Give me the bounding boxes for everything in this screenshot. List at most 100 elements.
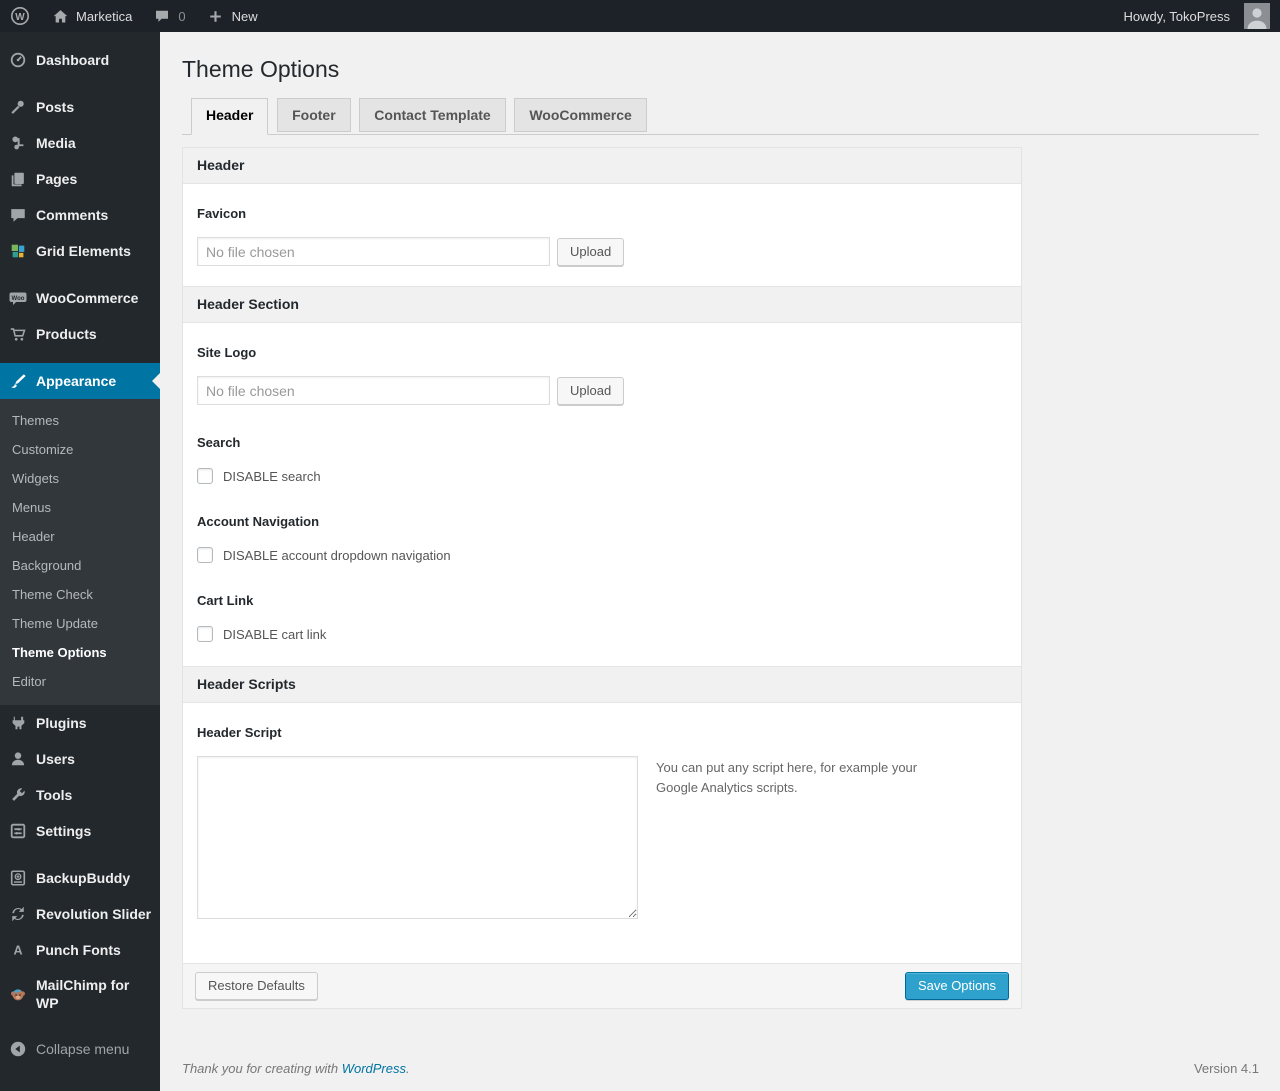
sidebar-item-backupbuddy[interactable]: BackupBuddy (0, 860, 160, 896)
wordpress-logo-icon: W (10, 6, 30, 26)
submenu-item-widgets[interactable]: Widgets (0, 464, 160, 493)
sidebar-item-dashboard[interactable]: Dashboard (0, 42, 160, 78)
svg-text:Woo: Woo (12, 296, 25, 302)
wordpress-link[interactable]: WordPress (342, 1061, 406, 1076)
submenu-item-background[interactable]: Background (0, 551, 160, 580)
sidebar-item-revolution-slider[interactable]: Revolution Slider (0, 896, 160, 932)
punch-fonts-icon: A (8, 940, 28, 960)
howdy-text: Howdy, TokoPress (1123, 8, 1230, 24)
panel-footer: Restore Defaults Save Options (183, 963, 1021, 1008)
sidebar-item-label: Punch Fonts (36, 942, 121, 958)
page-footer: Thank you for creating with WordPress. V… (182, 1061, 1259, 1076)
account-navigation-field: Account Navigation DISABLE account dropd… (183, 502, 1021, 581)
favicon-label: Favicon (197, 206, 247, 221)
sidebar-item-posts[interactable]: Posts (0, 89, 160, 125)
sidebar-item-mailchimp[interactable]: MailChimp for WP (0, 968, 160, 1020)
sidebar-item-woocommerce[interactable]: Woo WooCommerce (0, 280, 160, 316)
search-field: Search DISABLE search (183, 425, 1021, 502)
submenu-item-menus[interactable]: Menus (0, 493, 160, 522)
svg-text:W: W (15, 12, 25, 23)
admin-sidebar: Dashboard Posts Media Pages Comments Gri… (0, 32, 160, 1091)
pages-icon (8, 169, 28, 189)
collapse-icon (8, 1039, 28, 1059)
page-title: Theme Options (182, 56, 340, 82)
sidebar-item-label: MailChimp for WP (36, 977, 130, 1011)
sidebar-item-label: Products (36, 326, 97, 342)
sidebar-item-pages[interactable]: Pages (0, 161, 160, 197)
sidebar-item-label: Revolution Slider (36, 906, 152, 922)
account-menu[interactable]: Howdy, TokoPress (1114, 0, 1280, 32)
header-script-label: Header Script (197, 725, 282, 740)
search-label: Search (197, 435, 241, 450)
svg-text:A: A (13, 944, 22, 958)
disable-search-checkbox[interactable] (197, 468, 213, 484)
sidebar-item-label: Tools (36, 787, 73, 803)
account-navigation-label: Account Navigation (197, 514, 320, 529)
comments-menu[interactable]: 0 (142, 0, 195, 32)
site-name: Marketica (76, 8, 133, 24)
site-logo-file-input[interactable] (197, 376, 550, 405)
users-icon (8, 749, 28, 769)
sidebar-item-grid-elements[interactable]: Grid Elements (0, 233, 160, 269)
sidebar-item-label: Plugins (36, 715, 87, 731)
site-logo-upload-button[interactable]: Upload (557, 376, 625, 405)
sidebar-item-label: Collapse menu (36, 1041, 130, 1057)
header-script-field: Header Script (183, 703, 1021, 740)
pin-icon (8, 97, 28, 117)
submenu-item-themes[interactable]: Themes (0, 406, 160, 435)
section-header-section: Header Section (183, 286, 1021, 323)
submenu-item-theme-check[interactable]: Theme Check (0, 580, 160, 609)
admin-bar: W Marketica 0 New Howdy, TokoPress (0, 0, 1280, 32)
footer-version: Version 4.1 (1193, 1061, 1259, 1076)
sidebar-item-collapse-menu[interactable]: Collapse menu (0, 1031, 160, 1067)
wordpress-logo-menu[interactable]: W (0, 0, 40, 32)
new-menu[interactable]: New (196, 0, 268, 32)
sidebar-item-plugins[interactable]: Plugins (0, 705, 160, 741)
tab-woocommerce[interactable]: WooCommerce (514, 98, 647, 132)
favicon-file-input[interactable] (197, 237, 550, 266)
tab-contact-template[interactable]: Contact Template (359, 98, 506, 132)
dashboard-icon (8, 50, 28, 70)
sidebar-item-label: Appearance (36, 373, 117, 389)
header-script-textarea[interactable] (197, 756, 638, 919)
disable-cart-link-label: DISABLE cart link (223, 626, 327, 642)
save-options-button[interactable]: Save Options (904, 972, 1009, 1000)
sidebar-item-punch-fonts[interactable]: A Punch Fonts (0, 932, 160, 968)
thanks-suffix: . (406, 1061, 410, 1076)
tab-footer[interactable]: Footer (277, 98, 351, 132)
disable-cart-link-checkbox[interactable] (197, 626, 213, 642)
tab-header[interactable]: Header (191, 98, 269, 135)
submenu-item-editor[interactable]: Editor (0, 667, 160, 696)
sidebar-item-media[interactable]: Media (0, 125, 160, 161)
revolution-icon (8, 904, 28, 924)
sidebar-item-settings[interactable]: Settings (0, 813, 160, 849)
wrench-icon (8, 785, 28, 805)
sidebar-item-tools[interactable]: Tools (0, 777, 160, 813)
new-label: New (231, 8, 258, 24)
sidebar-item-label: Dashboard (36, 52, 110, 68)
cart-link-field: Cart Link DISABLE cart link (183, 581, 1021, 666)
footer-thanks: Thank you for creating with WordPress. (182, 1061, 410, 1076)
header-script-hint: You can put any script here, for example… (656, 760, 918, 796)
favicon-upload-button[interactable]: Upload (557, 237, 625, 266)
disable-account-nav-checkbox[interactable] (197, 547, 213, 563)
tab-bar: Header Footer Contact Template WooCommer… (182, 98, 1259, 135)
submenu-item-header[interactable]: Header (0, 522, 160, 551)
sidebar-item-label: WooCommerce (36, 290, 139, 306)
restore-defaults-button[interactable]: Restore Defaults (195, 972, 318, 1000)
avatar (1244, 3, 1270, 29)
section-header-scripts: Header Scripts (183, 666, 1021, 703)
site-menu[interactable]: Marketica (40, 0, 142, 32)
disable-account-nav-label: DISABLE account dropdown navigation (223, 547, 451, 563)
submenu-item-theme-options[interactable]: Theme Options (0, 638, 160, 667)
cart-link-label: Cart Link (197, 593, 254, 608)
sidebar-item-appearance[interactable]: Appearance (0, 363, 160, 399)
settings-icon (8, 821, 28, 841)
sidebar-item-comments[interactable]: Comments (0, 197, 160, 233)
theme-options-panel: Header Favicon Upload Header Section Sit… (182, 147, 1022, 1009)
submenu-item-customize[interactable]: Customize (0, 435, 160, 464)
submenu-item-theme-update[interactable]: Theme Update (0, 609, 160, 638)
sidebar-item-products[interactable]: Products (0, 316, 160, 352)
sidebar-item-users[interactable]: Users (0, 741, 160, 777)
section-header: Header (183, 148, 1021, 184)
